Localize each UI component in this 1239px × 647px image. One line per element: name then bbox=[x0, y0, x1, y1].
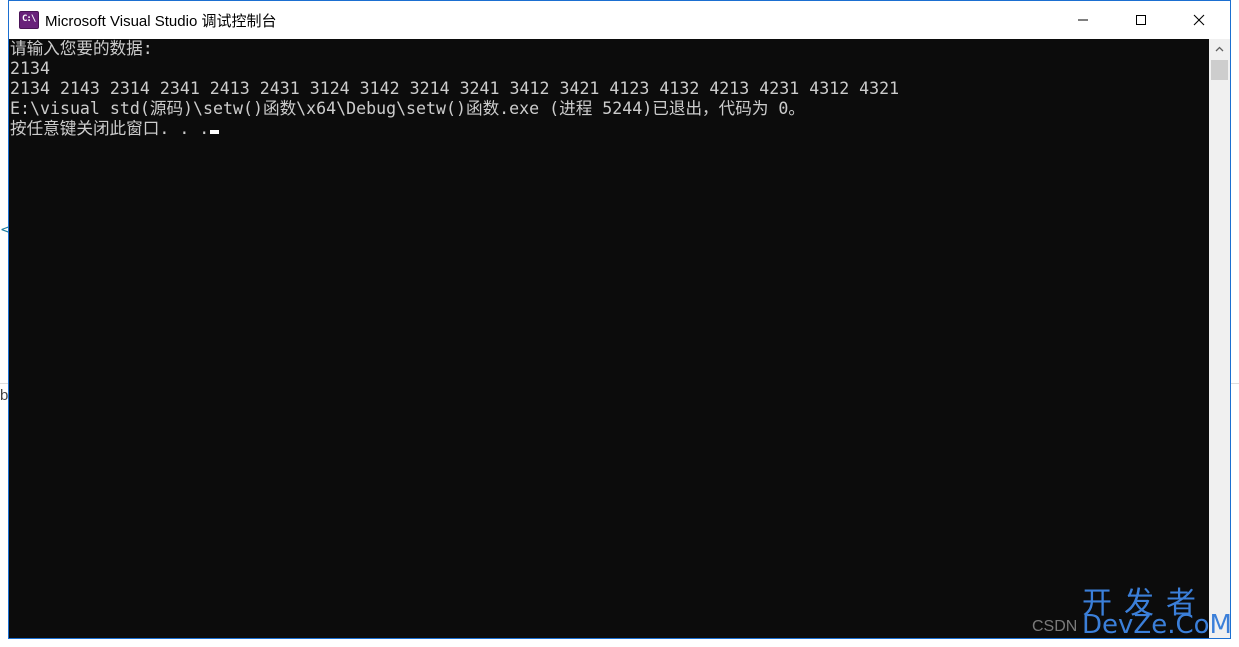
console-line-press-key-text: 按任意键关闭此窗口. . . bbox=[10, 119, 210, 138]
csdn-watermark: CSDN bbox=[1032, 618, 1078, 635]
scrollbar-thumb[interactable] bbox=[1211, 60, 1228, 80]
console-line-permutations: 2134 2143 2314 2341 2413 2431 3124 3142 … bbox=[10, 79, 900, 98]
maximize-button[interactable] bbox=[1112, 1, 1170, 39]
console-line-press-key: 按任意键关闭此窗口. . . bbox=[10, 119, 220, 139]
title-bar[interactable]: C:\ Microsoft Visual Studio 调试控制台 bbox=[9, 1, 1230, 39]
vertical-scrollbar[interactable] bbox=[1209, 39, 1230, 638]
window-title: Microsoft Visual Studio 调试控制台 bbox=[45, 13, 277, 30]
console-app-icon: C:\ bbox=[19, 11, 39, 29]
close-icon bbox=[1193, 14, 1205, 26]
console-window[interactable]: C:\ Microsoft Visual Studio 调试控制台 请输入您要的… bbox=[8, 0, 1231, 639]
background-divider-right bbox=[1231, 383, 1239, 384]
console-output[interactable]: 请输入您要的数据: 2134 2134 2143 2314 2341 2413 … bbox=[9, 39, 1209, 638]
scroll-up-button[interactable] bbox=[1209, 39, 1230, 59]
devze-watermark: 开发者 DevZe.CoM bbox=[1080, 580, 1235, 640]
scroll-up-arrow-icon bbox=[1215, 46, 1224, 52]
text-cursor bbox=[210, 130, 220, 134]
minimize-button[interactable] bbox=[1054, 1, 1112, 39]
console-line-prompt: 请输入您要的数据: bbox=[10, 39, 153, 58]
close-button[interactable] bbox=[1170, 1, 1228, 39]
console-line-input: 2134 bbox=[10, 59, 50, 78]
maximize-icon bbox=[1136, 15, 1146, 25]
minimize-icon bbox=[1078, 19, 1088, 21]
watermark-bottom-text: DevZe.CoM bbox=[1082, 610, 1232, 640]
console-line-exit: E:\visual std(源码)\setw()函数\x64\Debug\set… bbox=[10, 99, 805, 118]
